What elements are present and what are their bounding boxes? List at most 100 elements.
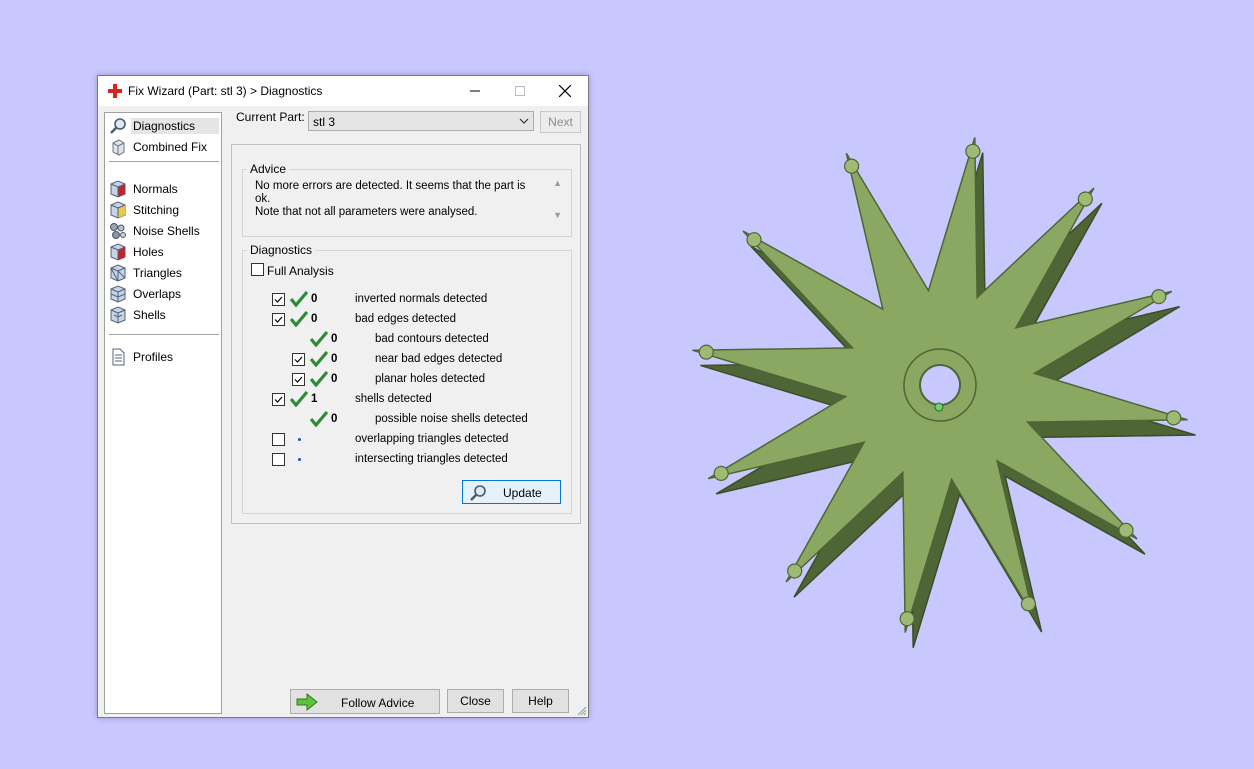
close-window-button[interactable]	[542, 76, 588, 106]
diagnostics-legend: Diagnostics	[250, 243, 313, 257]
maximize-icon	[515, 86, 525, 96]
count-value: 1	[311, 393, 318, 405]
sidebar-item-label: Diagnostics	[131, 117, 219, 134]
sidebar-item-profiles[interactable]: Profiles	[109, 347, 219, 366]
sidebar-item-holes[interactable]: Holes	[109, 242, 219, 261]
row-label: possible noise shells detected	[375, 413, 528, 425]
triangles-icon	[110, 263, 126, 282]
row-checkbox[interactable]	[292, 353, 305, 366]
pending-dot-icon	[298, 438, 301, 441]
checkmark-icon	[294, 356, 303, 363]
scroll-down-icon[interactable]: ▼	[553, 210, 562, 220]
green-check-icon	[290, 291, 308, 307]
next-button[interactable]: Next	[540, 111, 581, 133]
count-value: 0	[331, 413, 338, 425]
close-button[interactable]: Close	[447, 689, 504, 713]
overlaps-icon	[110, 284, 126, 303]
sidebar-item-label: Triangles	[133, 265, 182, 280]
update-button[interactable]: Update	[462, 480, 561, 504]
row-checkbox[interactable]	[272, 453, 285, 466]
maximize-button[interactable]	[497, 76, 543, 106]
scroll-up-icon[interactable]: ▲	[553, 178, 562, 188]
chevron-down-icon	[519, 118, 529, 124]
checkmark-icon	[274, 316, 283, 323]
advice-line: Note that not all parameters were analys…	[255, 206, 478, 218]
full-analysis-checkbox[interactable]	[251, 263, 264, 276]
help-button[interactable]: Help	[512, 689, 569, 713]
checkmark-icon	[274, 296, 283, 303]
count-value: 0	[331, 333, 338, 345]
sidebar-item-triangles[interactable]: Triangles	[109, 263, 219, 282]
arrow-right-icon	[296, 693, 318, 711]
close-icon	[559, 85, 571, 97]
count-value: 0	[311, 293, 318, 305]
full-analysis-label: Full Analysis	[267, 264, 334, 278]
row-label: near bad edges detected	[375, 353, 503, 365]
cube-red-face-icon	[110, 242, 126, 261]
cube-yellow-face-icon	[110, 200, 126, 219]
row-label: bad edges detected	[355, 313, 457, 325]
row-checkbox[interactable]	[272, 433, 285, 446]
row-checkbox[interactable]	[272, 313, 285, 326]
model-peg	[1166, 410, 1182, 426]
sidebar-item-diagnostics[interactable]: Diagnostics	[109, 116, 219, 135]
current-part-value: stl 3	[313, 115, 336, 129]
follow-advice-button[interactable]: Follow Advice	[290, 689, 440, 714]
wizard-sidebar: Diagnostics Combined Fix Normals Stitchi…	[104, 112, 222, 714]
star-gear-3d-model[interactable]	[660, 105, 1220, 665]
document-icon	[112, 348, 125, 365]
sidebar-item-label: Profiles	[133, 349, 174, 364]
minimize-button[interactable]	[452, 76, 498, 106]
current-part-label: Current Part:	[236, 110, 305, 124]
pending-dot-icon	[298, 458, 301, 461]
row-label: shells detected	[355, 393, 432, 405]
sidebar-item-combined-fix[interactable]: Combined Fix	[109, 137, 219, 156]
sidebar-item-label: Combined Fix	[133, 139, 208, 154]
sidebar-item-label: Normals	[133, 181, 178, 196]
sidebar-item-normals[interactable]: Normals	[109, 179, 219, 198]
row-label: overlapping triangles detected	[355, 433, 509, 445]
minimize-icon	[470, 90, 480, 92]
green-check-icon	[290, 311, 308, 327]
row-checkbox[interactable]	[292, 373, 305, 386]
sidebar-item-shells[interactable]: Shells	[109, 305, 219, 324]
sidebar-item-label: Stitching	[133, 202, 180, 217]
resize-grip-icon[interactable]	[577, 706, 587, 716]
green-check-icon	[290, 391, 308, 407]
count-value: 0	[311, 313, 318, 325]
row-checkbox[interactable]	[272, 293, 285, 306]
cube-red-face-icon	[110, 179, 126, 198]
row-label: bad contours detected	[375, 333, 489, 345]
current-part-select[interactable]: stl 3	[308, 111, 534, 131]
advice-text: No more errors are detected. It seems th…	[255, 180, 535, 219]
magnifier-icon	[110, 117, 126, 134]
green-check-icon	[310, 351, 328, 367]
row-checkbox[interactable]	[272, 393, 285, 406]
sidebar-item-label: Noise Shells	[133, 223, 200, 238]
cube-icon	[112, 138, 125, 156]
sidebar-divider	[109, 334, 219, 335]
advice-group: Advice No more errors are detected. It s…	[242, 162, 572, 237]
title-bar[interactable]: Fix Wizard (Part: stl 3) > Diagnostics	[98, 76, 588, 106]
checkmark-icon	[294, 376, 303, 383]
advice-line: No more errors are detected. It seems th…	[255, 180, 526, 205]
checkmark-icon	[274, 396, 283, 403]
sidebar-item-label: Shells	[133, 307, 166, 322]
sidebar-item-overlaps[interactable]: Overlaps	[109, 284, 219, 303]
app-cross-icon	[108, 84, 122, 98]
sidebar-item-noise-shells[interactable]: Noise Shells	[109, 221, 219, 240]
shells-icon	[110, 305, 126, 324]
row-label: planar holes detected	[375, 373, 485, 385]
sidebar-divider	[109, 161, 219, 162]
model-peg	[698, 344, 714, 360]
green-check-icon	[310, 411, 328, 427]
update-label: Update	[503, 486, 542, 500]
sidebar-item-label: Holes	[133, 244, 164, 259]
follow-advice-label: Follow Advice	[341, 696, 415, 710]
window-title: Fix Wizard (Part: stl 3) > Diagnostics	[128, 84, 323, 98]
sidebar-item-stitching[interactable]: Stitching	[109, 200, 219, 219]
model-peg	[965, 143, 981, 159]
magnifier-icon	[470, 485, 486, 501]
green-check-icon	[310, 331, 328, 347]
row-label: inverted normals detected	[355, 293, 488, 305]
